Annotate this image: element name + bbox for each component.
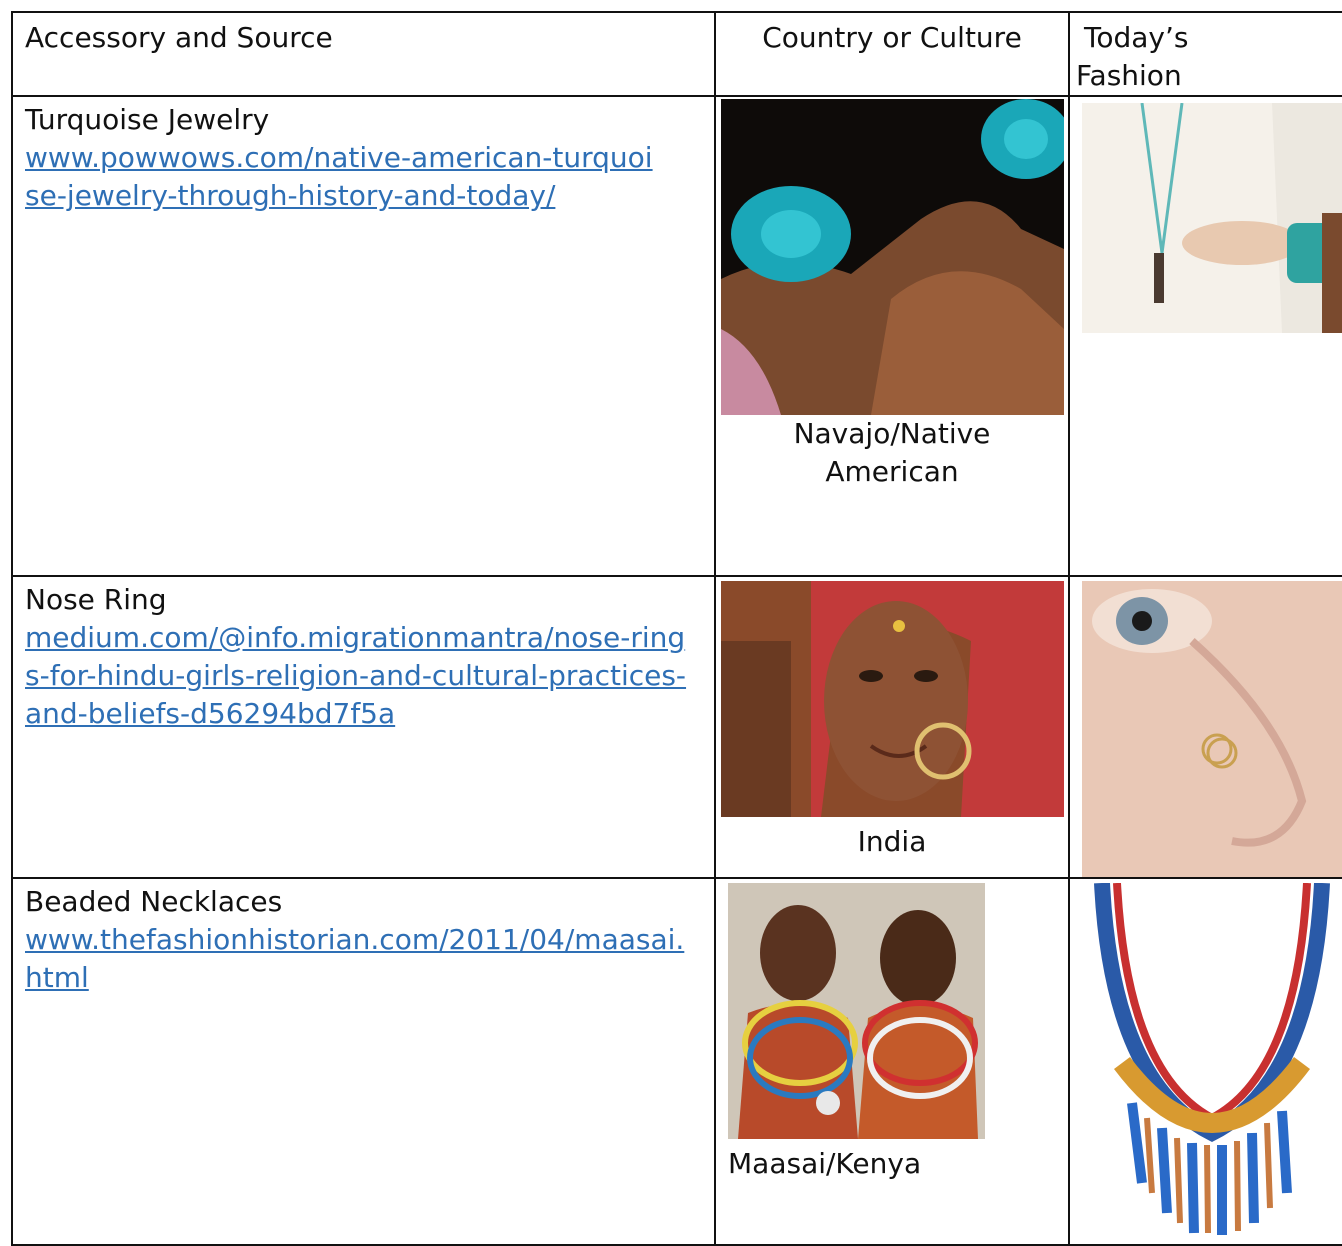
accessory-title: Turquoise Jewelry [25, 103, 270, 136]
culture-caption-line2: American [825, 455, 959, 488]
maasai-beaded-necklace-photo [728, 883, 985, 1139]
accessory-title: Beaded Necklaces [25, 885, 283, 918]
culture-caption: Maasai/Kenya [728, 1147, 922, 1180]
fashion-cell [1068, 575, 1342, 879]
table-row: Nose Ring medium.com/@info.migrationmant… [11, 575, 1342, 879]
culture-caption-line1: Navajo/Native [793, 417, 991, 450]
header-row: Accessory and Source Country or Culture … [11, 11, 1342, 97]
beaded-necklace-fashion-photo [1082, 883, 1342, 1243]
table-row: Beaded Necklaces www.thefashionhistorian… [11, 877, 1342, 1246]
indian-nose-ring-photo [720, 581, 1064, 817]
accessory-cell: Turquoise Jewelry www.powwows.com/native… [11, 95, 716, 577]
header-fashion-line2: Fashion [1076, 59, 1182, 92]
turquoise-bracelet-fashion-photo [1082, 103, 1342, 333]
culture-cell: India [714, 575, 1070, 879]
culture-caption: Navajo/Native American [716, 415, 1068, 491]
source-link[interactable]: medium.com/@info.migrationmantra/nose-ri… [25, 619, 695, 733]
accessory-title: Nose Ring [25, 583, 167, 616]
accessories-table: Accessory and Source Country or Culture … [11, 11, 1342, 1246]
fashion-cell [1068, 95, 1342, 577]
culture-cell: Navajo/Native American [714, 95, 1070, 577]
header-fashion-line1: Today’s [1084, 21, 1189, 54]
accessory-cell: Nose Ring medium.com/@info.migrationmant… [11, 575, 716, 879]
fashion-cell [1068, 877, 1342, 1246]
culture-cell: Maasai/Kenya [714, 877, 1070, 1246]
accessory-cell: Beaded Necklaces www.thefashionhistorian… [11, 877, 716, 1246]
header-fashion: Today’s Fashion [1068, 11, 1342, 97]
header-country: Country or Culture [714, 11, 1070, 97]
header-accessory: Accessory and Source [11, 11, 716, 97]
turquoise-cuff-photo [720, 99, 1064, 415]
culture-caption: India [857, 825, 927, 858]
nose-ring-fashion-photo [1082, 581, 1342, 877]
table-row: Turquoise Jewelry www.powwows.com/native… [11, 95, 1342, 577]
source-link[interactable]: www.powwows.com/native-american-turquois… [25, 139, 665, 215]
source-link[interactable]: www.thefashionhistorian.com/2011/04/maas… [25, 921, 695, 997]
